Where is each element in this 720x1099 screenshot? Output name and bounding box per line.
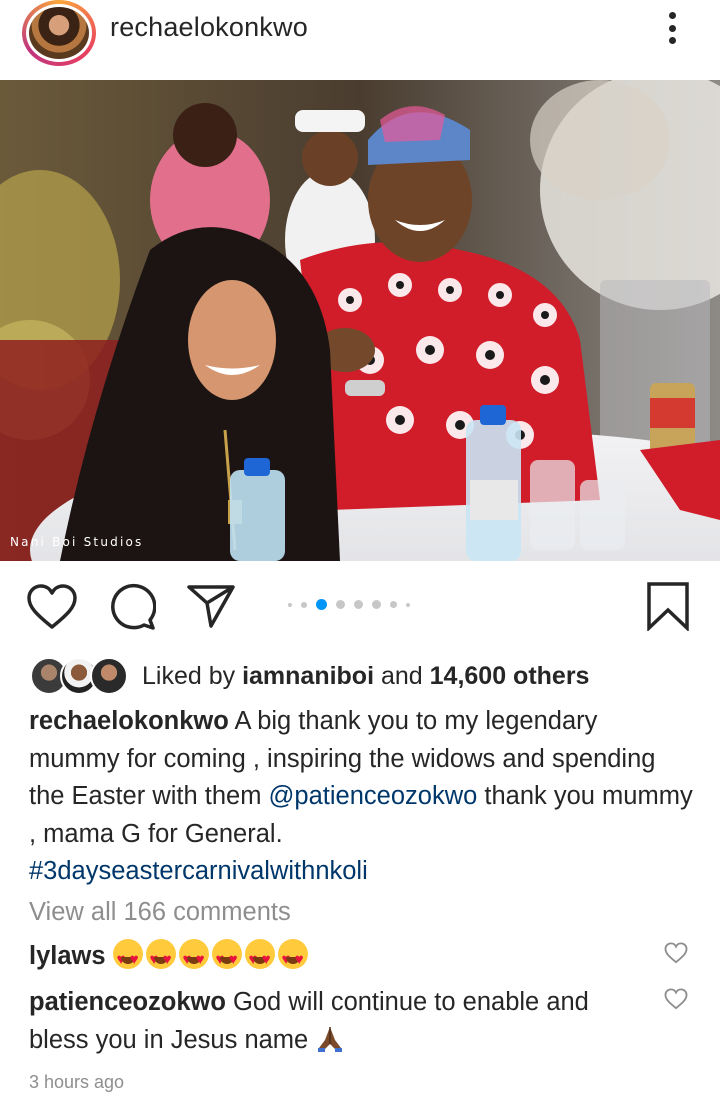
share-send-icon[interactable] — [186, 583, 236, 629]
comment-username[interactable]: patienceozokwo — [29, 988, 226, 1016]
heart-eyes-emoji-icon — [211, 939, 242, 979]
action-bar — [0, 561, 720, 651]
comment-icon[interactable] — [108, 583, 156, 631]
photo-watermark: Nani Boi Studios — [10, 535, 144, 549]
comment-item: patienceozokwo God will continue to enab… — [29, 984, 649, 1059]
photo-illustration — [0, 80, 720, 561]
liked-by-text: Liked by iamnaniboi and 14,600 others — [142, 662, 589, 691]
comment-username[interactable]: lylaws — [29, 942, 106, 970]
heart-eyes-emoji-icon — [112, 939, 143, 979]
carousel-dot — [288, 602, 292, 607]
heart-eyes-emoji-icon — [145, 939, 176, 979]
carousel-dot — [301, 601, 307, 608]
more-dot — [668, 12, 676, 19]
folded-hands-emoji-icon — [318, 1026, 343, 1052]
liker-avatar — [90, 657, 128, 695]
heart-eyes-emoji-icon — [244, 939, 275, 979]
caption-mention[interactable]: @patienceozokwo — [269, 782, 478, 810]
post-caption: rechaelokonkwo A big thank you to my leg… — [29, 703, 694, 891]
profile-avatar[interactable] — [22, 0, 96, 66]
comment-item: lylaws — [29, 938, 649, 979]
liked-prefix: Liked by — [142, 661, 243, 690]
save-bookmark-icon[interactable] — [646, 581, 690, 631]
carousel-dot — [336, 600, 345, 609]
carousel-dot — [354, 600, 363, 609]
liked-middle: and — [374, 661, 430, 690]
likes-count[interactable]: 14,600 others — [430, 662, 590, 690]
post-photo[interactable]: Nani Boi Studios — [0, 80, 720, 561]
comment-like-heart-icon[interactable] — [664, 942, 688, 964]
view-all-comments-link[interactable]: View all 166 comments — [29, 898, 291, 927]
post-header: rechaelokonkwo — [0, 0, 720, 80]
post-username[interactable]: rechaelokonkwo — [110, 12, 308, 43]
carousel-indicator — [288, 599, 410, 610]
avatar-frame — [26, 4, 92, 62]
liker-avatars — [30, 657, 130, 695]
liked-by-user[interactable]: iamnaniboi — [242, 662, 374, 690]
carousel-dot — [372, 600, 381, 609]
heart-eyes-emoji-icon — [277, 939, 308, 979]
more-options-icon[interactable] — [660, 8, 684, 48]
avatar-image — [29, 7, 89, 59]
caption-hashtag[interactable]: #3dayseastercarnivalwithnkoli — [29, 857, 368, 885]
more-dot — [668, 24, 676, 32]
likes-row[interactable]: Liked by iamnaniboi and 14,600 others — [30, 656, 589, 696]
caption-username[interactable]: rechaelokonkwo — [29, 707, 229, 735]
more-dot — [668, 37, 676, 44]
carousel-dot-active — [316, 599, 327, 610]
carousel-dot — [406, 602, 410, 607]
comment-like-heart-icon[interactable] — [664, 988, 688, 1010]
post-timestamp: 3 hours ago — [29, 1072, 125, 1092]
like-heart-icon[interactable] — [26, 583, 78, 631]
carousel-dot — [390, 601, 397, 608]
heart-eyes-emoji-icon — [178, 939, 209, 979]
